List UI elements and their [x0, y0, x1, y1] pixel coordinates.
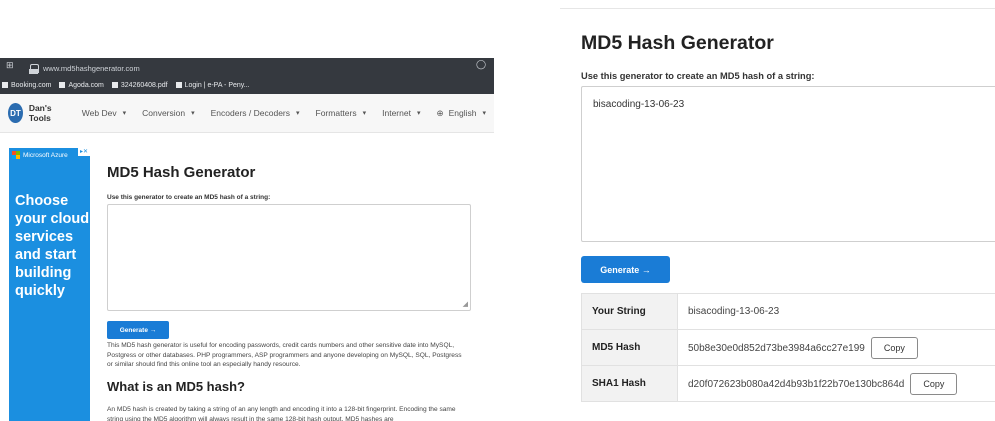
copy-sha1-button[interactable]: Copy [910, 372, 958, 395]
string-input[interactable]: bisacoding-13-06-23 [581, 86, 995, 242]
table-row: MD5 Hash 50b8e30e0d852d73be3984a6cc27e19… [581, 329, 995, 366]
row-value: bisacoding-13-06-23 [677, 293, 995, 330]
ad-choices-icon[interactable]: ▸✕ [78, 148, 90, 156]
bookmark-icon [2, 82, 8, 88]
nav-web-dev[interactable]: Web Dev ▾ [82, 108, 126, 118]
page-title: MD5 Hash Generator [581, 32, 774, 54]
nav-encoders-decoders[interactable]: Encoders / Decoders ▾ [211, 108, 300, 118]
site-navbar: DT Dan's Tools Web Dev ▾ Conversion ▾ Enco… [0, 94, 494, 133]
chevron-down-icon: ▾ [362, 110, 367, 117]
row-label: MD5 Hash [581, 329, 678, 366]
file-icon [175, 82, 182, 88]
nav-formatters[interactable]: Formatters ▾ [316, 108, 367, 118]
page-title: MD5 Hash Generator [107, 164, 256, 181]
instruction-label: Use this generator to create an MD5 hash… [107, 194, 271, 201]
row-label: SHA1 Hash [581, 365, 678, 402]
azure-ad[interactable]: Microsoft Azure ▸✕ Choose your cloud ser… [9, 148, 90, 421]
right-screenshot: MD5 Hash Generator Use this generator to… [560, 0, 995, 421]
nav-language[interactable]: ⊕ English ▾ [436, 108, 486, 119]
section-text: An MD5 hash is created by taking a strin… [107, 406, 456, 421]
globe-icon: ⊕ [436, 107, 444, 118]
generate-button[interactable]: Generate → [107, 321, 169, 339]
copy-md5-button[interactable]: Copy [870, 336, 918, 359]
divider [560, 8, 995, 9]
brand-name: Dan's Tools [28, 103, 52, 123]
bookmark-item[interactable]: Booking.com [2, 82, 51, 89]
left-screenshot: ⊞ www.md5hashgenerator.com ◯ Booking.com… [0, 58, 494, 421]
row-label: Your String [581, 293, 678, 330]
file-icon [111, 82, 118, 88]
generate-button[interactable]: Generate → [581, 256, 670, 283]
md5-hash-value: 50b8e30e0d852d73be3984a6cc27e199 [688, 342, 865, 354]
row-value: 50b8e30e0d852d73be3984a6cc27e199 Copy [677, 329, 995, 366]
bookmark-item[interactable]: 324260408.pdf [111, 82, 168, 89]
results-table: Your String bisacoding-13-06-23 MD5 Hash… [581, 293, 995, 402]
bookmarks-bar: Booking.com Agoda.com 324260408.pdf Logi… [0, 78, 258, 92]
bookmark-icon [59, 82, 66, 88]
nav-conversion[interactable]: Conversion ▾ [142, 108, 195, 118]
bookmark-item[interactable]: Agoda.com [59, 82, 104, 89]
browser-chrome: ⊞ www.md5hashgenerator.com ◯ Booking.com… [0, 58, 494, 94]
string-input[interactable]: ◢ [107, 204, 471, 311]
lock-icon [29, 63, 39, 74]
ad-headline: Choose your cloud services and start bui… [15, 193, 90, 299]
description-text: This MD5 hash generator is useful for en… [107, 342, 462, 369]
brand-logo: DT [8, 103, 23, 123]
string-input-value: bisacoding-13-06-23 [593, 99, 685, 110]
chevron-down-icon: ▾ [482, 110, 486, 117]
chevron-down-icon: ▾ [416, 110, 421, 117]
address-bar[interactable]: www.md5hashgenerator.com [0, 60, 140, 76]
resize-handle-icon[interactable]: ◢ [463, 300, 468, 308]
microsoft-logo-icon [12, 151, 20, 159]
section-heading: What is an MD5 hash? [107, 379, 245, 394]
table-row: Your String bisacoding-13-06-23 [581, 293, 995, 330]
instruction-label: Use this generator to create an MD5 hash… [581, 71, 815, 81]
url-text: www.md5hashgenerator.com [43, 63, 140, 73]
sha1-hash-value: d20f072623b080a42d4b93b1f22b70e130bc864d [688, 378, 905, 390]
nav-internet[interactable]: Internet ▾ [382, 108, 420, 118]
row-value: d20f072623b080a42d4b93b1f22b70e130bc864d… [677, 365, 995, 402]
brand[interactable]: DT Dan's Tools [8, 103, 64, 123]
profile-icon[interactable]: ◯ [476, 59, 486, 70]
ad-brand: Microsoft Azure [23, 151, 68, 159]
bookmark-item[interactable]: Login | e-PA - Peny... [175, 82, 250, 89]
table-row: SHA1 Hash d20f072623b080a42d4b93b1f22b70… [581, 365, 995, 402]
chevron-down-icon: ▾ [191, 110, 195, 117]
chevron-down-icon: ▾ [122, 110, 127, 117]
chevron-down-icon: ▾ [296, 110, 300, 117]
